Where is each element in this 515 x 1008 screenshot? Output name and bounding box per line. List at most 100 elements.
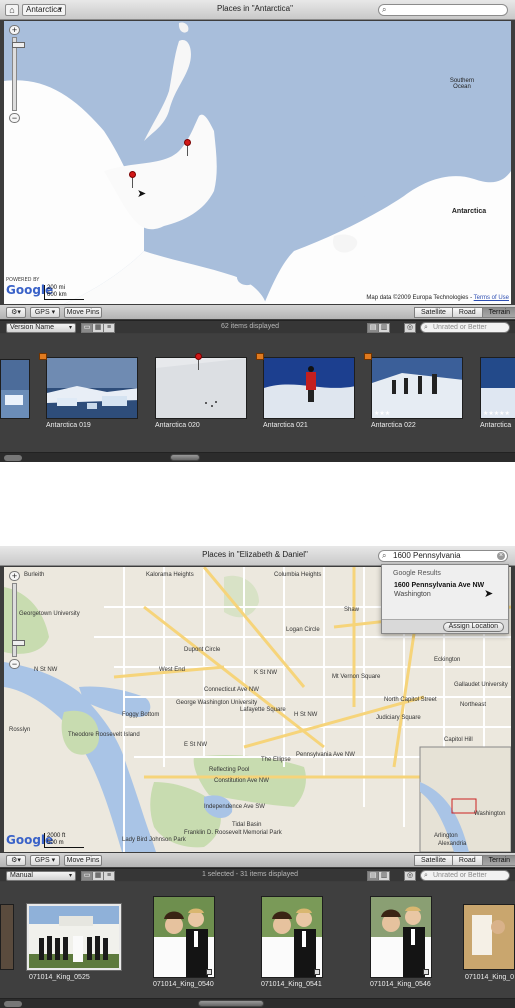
result-address[interactable]: 1600 Pennsylvania Ave NW bbox=[394, 582, 484, 589]
scroll-arrows[interactable] bbox=[4, 455, 22, 461]
chevron-down-icon: ▾ bbox=[68, 325, 72, 331]
gps-label: GPS bbox=[34, 309, 50, 316]
sort-popup[interactable]: Version Name ▾ bbox=[6, 323, 76, 333]
filmstrip-scrollbar[interactable] bbox=[0, 998, 515, 1008]
street-label: Eckington bbox=[434, 657, 461, 663]
places-window-antarctica: ⌂ Antarctica ▾ Places in "Antarctica" ⌕ +… bbox=[0, 0, 515, 462]
browser-filter-bar: Manual ▾ ▭ ▦ ≡ 1 selected - 31 items disp… bbox=[0, 868, 515, 881]
street-label: Northeast bbox=[460, 702, 487, 708]
street-label: Theodore Roosevelt Island bbox=[68, 732, 140, 738]
move-pins-button[interactable]: Move Pins bbox=[64, 307, 102, 318]
zoom-out-button[interactable]: − bbox=[9, 113, 20, 123]
zoom-slider[interactable] bbox=[12, 37, 25, 111]
thumbnail-size-buttons: ▤ ▥ bbox=[367, 871, 390, 881]
rating-filter-field[interactable]: ⌕ Unrated or Better bbox=[420, 322, 510, 333]
thumbnail-image: ★★★★★ bbox=[480, 357, 515, 419]
thumbnail-image bbox=[370, 896, 432, 978]
map-zoom-control: + − bbox=[9, 25, 25, 123]
chevron-down-icon: ▾ bbox=[68, 873, 72, 879]
place-popup-label: Antarctica bbox=[26, 5, 62, 14]
thumbnail-image bbox=[463, 904, 515, 970]
loupe-icon[interactable]: ◎ bbox=[404, 871, 416, 881]
zoom-in-button[interactable]: + bbox=[9, 25, 20, 35]
list-view-icon[interactable]: ≡ bbox=[103, 323, 115, 333]
scroll-arrows[interactable] bbox=[4, 1001, 22, 1007]
places-header: Places in "Elizabeth & Daniel" ⌕ 1600 Pe… bbox=[0, 546, 515, 566]
terrain-map[interactable]: + − ➤ Southern Ocean Antarctica POWERED … bbox=[4, 21, 511, 304]
satellite-button[interactable]: Satellite bbox=[414, 855, 453, 866]
move-pins-label: Move Pins bbox=[66, 857, 100, 864]
rating-stars: ★★★★★ bbox=[483, 411, 510, 417]
thumbnail-label: 071014_King_0546 bbox=[370, 981, 431, 988]
thumbnail-image bbox=[263, 357, 355, 419]
street-label: Logan Circle bbox=[286, 627, 320, 633]
zoom-out-button[interactable]: − bbox=[9, 659, 20, 669]
scroll-thumb[interactable] bbox=[198, 1000, 264, 1007]
zoom-in-button[interactable]: + bbox=[9, 571, 20, 581]
filmstrip-scrollbar[interactable] bbox=[0, 452, 515, 462]
home-icon[interactable]: ⌂ bbox=[5, 4, 19, 16]
south-shetland-islands bbox=[178, 22, 189, 33]
terms-of-use-link[interactable]: Terms of Use bbox=[474, 295, 509, 301]
terrain-button[interactable]: Terrain bbox=[481, 855, 515, 866]
browser-filmstrip: 071014_King_0525 071014_King_0540 071014… bbox=[0, 882, 515, 998]
mouse-cursor-icon: ➤ bbox=[484, 588, 494, 600]
thumbnail-size-buttons: ▤ ▥ bbox=[367, 323, 390, 333]
zoom-slider[interactable] bbox=[12, 583, 25, 657]
filter-placeholder: Unrated or Better bbox=[433, 324, 487, 331]
street-label: E St NW bbox=[184, 742, 208, 748]
road-button[interactable]: Road bbox=[451, 307, 483, 318]
clear-search-icon[interactable]: × bbox=[497, 552, 505, 560]
gps-popup-button[interactable]: GPS ▾ bbox=[30, 855, 60, 866]
places-header: ⌂ Antarctica ▾ Places in "Antarctica" ⌕ bbox=[0, 0, 515, 20]
rating-filter-field[interactable]: ⌕ Unrated or Better bbox=[420, 870, 510, 881]
map-pin[interactable] bbox=[184, 139, 191, 156]
map-pin[interactable] bbox=[129, 171, 136, 188]
small-thumbs-icon[interactable]: ▥ bbox=[378, 871, 390, 881]
scale-miles: 200 mi bbox=[47, 285, 66, 291]
move-pins-button[interactable]: Move Pins bbox=[64, 855, 102, 866]
street-label: N St NW bbox=[34, 667, 58, 673]
place-popup[interactable]: Antarctica ▾ bbox=[22, 4, 66, 16]
search-value: 1600 Pennsylvania bbox=[393, 551, 461, 560]
results-heading: Google Results bbox=[393, 570, 441, 577]
result-city[interactable]: Washington bbox=[394, 591, 431, 598]
search-results-popover: Google Results 1600 Pennsylvania Ave NW … bbox=[381, 564, 509, 634]
road-button[interactable]: Road bbox=[451, 855, 483, 866]
map-toolbar: ⚙▾ GPS ▾ Move Pins Satellite Road Terrai… bbox=[0, 853, 515, 867]
view-buttons: ▭ ▦ ≡ bbox=[81, 323, 115, 333]
street-label: Dupont Circle bbox=[184, 647, 221, 653]
location-search-input[interactable]: ⌕ bbox=[378, 4, 508, 16]
street-label: Burleith bbox=[24, 572, 45, 578]
street-label: Columbia Heights bbox=[274, 572, 322, 578]
street-label: George Washington University bbox=[176, 700, 258, 706]
mouse-cursor-icon: ➤ bbox=[137, 188, 147, 200]
assign-location-button[interactable]: Assign Location bbox=[442, 622, 504, 632]
thumbnail-image bbox=[155, 357, 247, 419]
map-label-continent: Antarctica bbox=[451, 208, 487, 215]
satellite-button[interactable]: Satellite bbox=[414, 307, 453, 318]
inlet-2 bbox=[236, 268, 257, 286]
search-icon: ⌕ bbox=[424, 324, 428, 331]
sort-popup[interactable]: Manual ▾ bbox=[6, 871, 76, 881]
sort-label: Manual bbox=[10, 872, 33, 879]
small-thumbs-icon[interactable]: ▥ bbox=[378, 323, 390, 333]
action-gear-button[interactable]: ⚙▾ bbox=[6, 855, 26, 866]
terrain-button[interactable]: Terrain bbox=[481, 307, 515, 318]
action-gear-button[interactable]: ⚙▾ bbox=[6, 307, 26, 318]
thumbnail-image bbox=[46, 357, 138, 419]
loupe-icon[interactable]: ◎ bbox=[404, 323, 416, 333]
zoom-slider-thumb[interactable] bbox=[12, 42, 25, 48]
scroll-thumb[interactable] bbox=[170, 454, 200, 461]
gps-popup-button[interactable]: GPS ▾ bbox=[30, 307, 60, 318]
zoom-slider-thumb[interactable] bbox=[12, 640, 25, 646]
street-label: Judiciary Square bbox=[376, 715, 421, 721]
location-search-input[interactable]: ⌕ 1600 Pennsylvania × bbox=[378, 550, 508, 562]
search-icon: ⌕ bbox=[382, 551, 387, 560]
thumbnail-label: Antarctica bbox=[480, 422, 512, 429]
sort-label: Version Name bbox=[10, 324, 54, 331]
list-view-icon[interactable]: ≡ bbox=[103, 871, 115, 881]
items-status: 62 items displayed bbox=[221, 323, 279, 330]
street-label: Independence Ave SW bbox=[204, 804, 265, 810]
street-label: Kalorama Heights bbox=[146, 572, 194, 578]
